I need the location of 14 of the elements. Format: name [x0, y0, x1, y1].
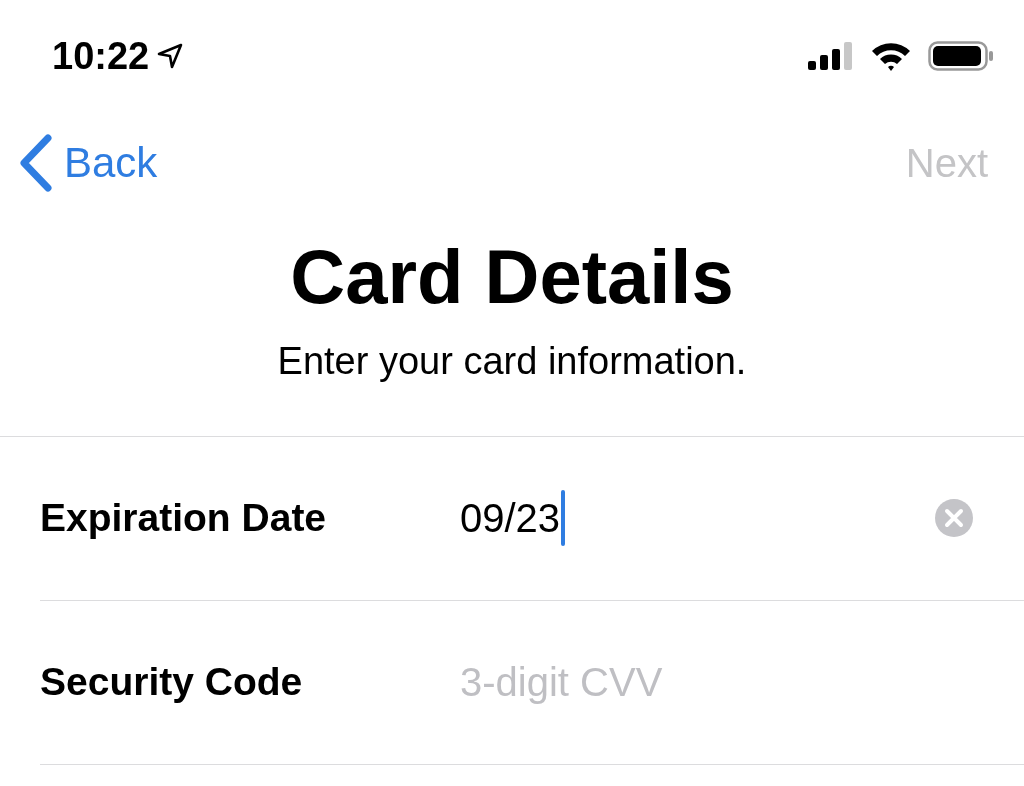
page-title: Card Details: [289, 235, 735, 319]
location-arrow-icon: [157, 43, 184, 69]
chevron-left-icon: [18, 133, 54, 192]
wifi-icon: [870, 41, 912, 71]
field-label: Expiration Date: [40, 494, 328, 541]
signal-icon: [808, 42, 854, 70]
battery-icon: [928, 41, 994, 71]
input-field[interactable]: 3-digit CVV: [460, 652, 975, 713]
field-label: Security Code: [40, 658, 304, 705]
input-field[interactable]: 09/23: [460, 488, 934, 549]
clear-button[interactable]: [934, 498, 974, 539]
back-button[interactable]: Back: [18, 131, 158, 194]
page-subtitle: Enter your card information.: [276, 338, 748, 384]
clock-time: 10:22: [52, 33, 150, 79]
